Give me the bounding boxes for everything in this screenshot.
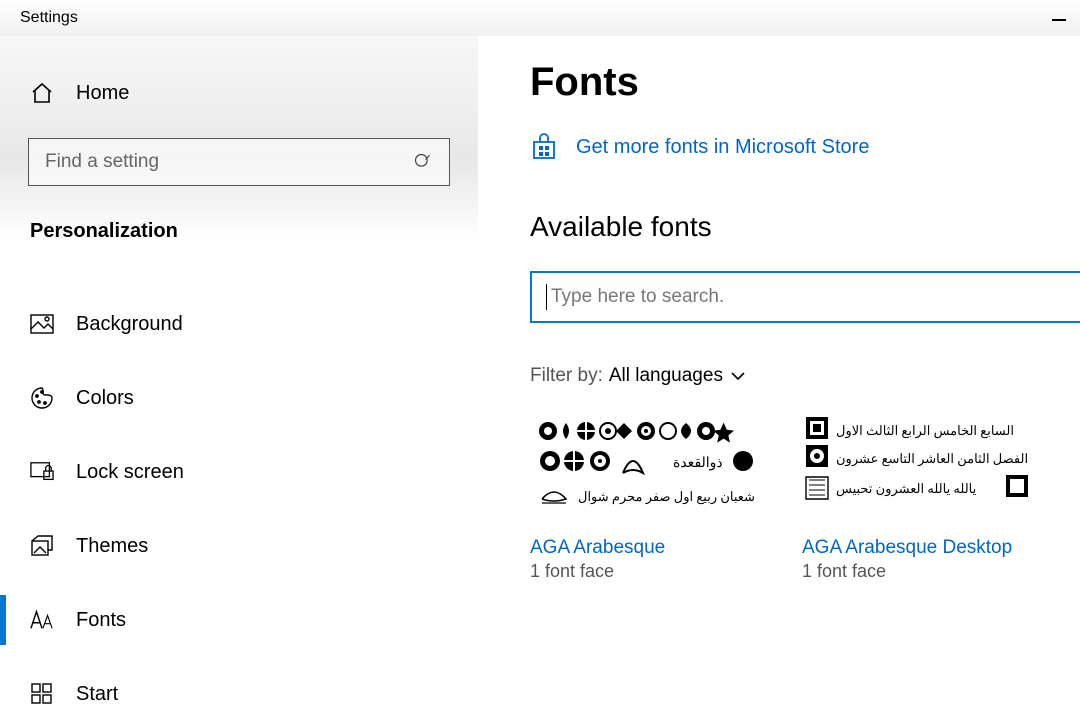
sidebar-item-themes[interactable]: Themes [0,509,478,583]
font-card-name: AGA Arabesque [530,537,770,559]
font-icon [30,609,54,631]
search-icon [413,152,433,172]
page-title: Fonts [530,60,1080,105]
main-content: Fonts Get more fonts in Microsoft Store … [478,36,1080,718]
lock-screen-icon [30,461,54,483]
text-cursor [546,284,547,310]
font-card[interactable]: السابع الخامس الرابع الثالث الاول الفصل … [802,411,1042,582]
sidebar-search[interactable] [28,138,450,186]
picture-icon [30,314,54,334]
chevron-down-icon [729,367,747,385]
start-icon [30,683,54,705]
sidebar-section-title: Personalization [0,186,478,251]
font-card[interactable]: ذوالقعدة شعبان ربيع اول صفر محرم شوال [530,411,770,582]
sidebar-item-label: Fonts [76,609,126,632]
font-search[interactable] [530,271,1080,323]
palette-icon [30,386,54,410]
sidebar-item-background[interactable]: Background [0,287,478,361]
sidebar-nav-list: Background Colors Lock screen [0,287,478,718]
window-title: Settings [20,9,78,27]
sidebar-item-label: Lock screen [76,461,184,484]
home-label: Home [76,82,129,105]
store-link[interactable]: Get more fonts in Microsoft Store [576,136,869,159]
themes-icon [30,535,54,557]
svg-text:ذوالقعدة: ذوالقعدة [673,456,723,471]
font-preview: ذوالقعدة شعبان ربيع اول صفر محرم شوال [530,411,770,527]
sidebar-item-lock-screen[interactable]: Lock screen [0,435,478,509]
font-card-faces: 1 font face [802,561,1042,582]
sidebar-search-input[interactable] [45,151,413,173]
home-nav[interactable]: Home [0,66,478,120]
sidebar-item-label: Background [76,313,183,336]
sidebar-item-label: Colors [76,387,134,410]
sidebar-item-start[interactable]: Start [0,657,478,718]
font-card-name: AGA Arabesque Desktop [802,537,1042,559]
home-icon [30,81,54,105]
sidebar-item-colors[interactable]: Colors [0,361,478,435]
store-icon [530,133,558,161]
filter-label: Filter by: [530,365,603,387]
minimize-button[interactable] [1052,15,1066,21]
sidebar-item-fonts[interactable]: Fonts [0,583,478,657]
font-card-faces: 1 font face [530,561,770,582]
titlebar: Settings [0,0,1080,36]
svg-text:الفصل الثامن العاشر التاسع عشر: الفصل الثامن العاشر التاسع عشرون [836,451,1028,467]
available-fonts-heading: Available fonts [530,211,1080,243]
sidebar-item-label: Themes [76,535,148,558]
svg-text:يالله يالله العشرون تحبيس: يالله يالله العشرون تحبيس [836,481,977,497]
sidebar: Home Personalization Background [0,36,478,718]
svg-text:السابع الخامس الرابع الثالث ال: السابع الخامس الرابع الثالث الاول [836,423,1014,439]
font-search-input[interactable] [551,286,1074,308]
filter-value: All languages [609,365,723,387]
font-preview: السابع الخامس الرابع الثالث الاول الفصل … [802,411,1042,527]
filter-dropdown[interactable]: Filter by: All languages [530,365,1080,387]
svg-text:شعبان ربيع اول صفر محرم شوال: شعبان ربيع اول صفر محرم شوال [578,489,755,505]
store-link-row[interactable]: Get more fonts in Microsoft Store [530,133,1080,161]
sidebar-item-label: Start [76,683,118,706]
